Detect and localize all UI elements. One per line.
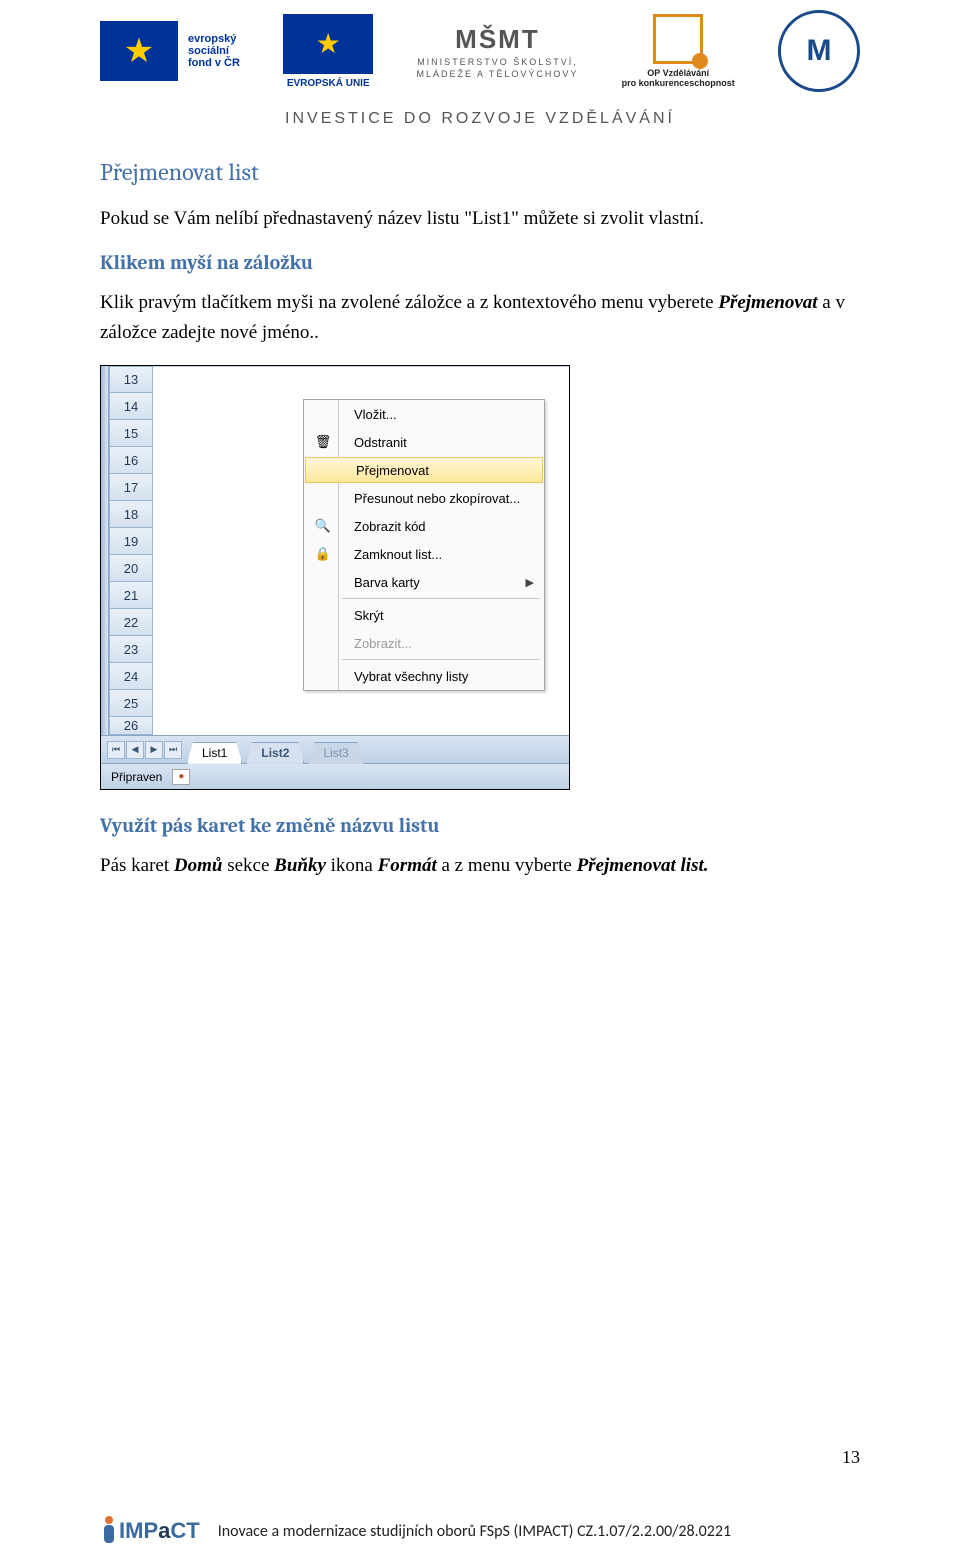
menu-hide[interactable]: Skrýt: [304, 601, 544, 629]
row-header[interactable]: 22: [109, 609, 153, 636]
p3-g: a z menu vyberte: [437, 855, 577, 876]
msmt-logo-block: MŠMT MINISTERSTVO ŠKOLSTVÍ, MLÁDEŽE A TĚ…: [417, 24, 579, 79]
esf-line2: sociální: [188, 45, 240, 57]
para-3: Pás karet Domů sekce Buňky ikona Formát …: [100, 851, 860, 880]
muni-seal: M: [778, 10, 860, 92]
msmt-logo-text: MŠMT: [455, 24, 540, 55]
opvk-logo: OP Vzdělávání pro konkurenceschopnost: [622, 14, 735, 88]
menu-delete[interactable]: 🗑 Odstranit: [304, 428, 544, 456]
impact-logo-text: IMPaCT: [119, 1518, 200, 1544]
menu-separator: [342, 598, 540, 599]
row-header[interactable]: 24: [109, 663, 153, 690]
tab-nav-next[interactable]: ▶: [145, 741, 163, 759]
esf-flag-icon: ★: [100, 21, 178, 81]
submenu-arrow-icon: ▶: [526, 576, 534, 589]
eu-flag-icon: ★: [283, 14, 373, 74]
footer-text: Inovace a modernizace studijních oborů F…: [218, 1522, 731, 1541]
row-header[interactable]: 18: [109, 501, 153, 528]
excel-left-edge: [101, 366, 109, 735]
para-2-emphasis: Přejmenovat: [718, 292, 817, 313]
esf-logo: ★ evropský sociální fond v ČR: [100, 21, 240, 81]
menu-show: Zobrazit...: [304, 629, 544, 657]
msmt-line2: MLÁDEŽE A TĚLOVÝCHOVY: [417, 69, 579, 79]
sheet-tabs-bar: ⏮ ◀ ▶ ⏭ List1 List2 List3: [101, 735, 569, 763]
muni-seal-icon: M: [778, 10, 860, 92]
subsection-heading-2: Využít pás karet ke změně názvu listu: [100, 814, 860, 837]
menu-select-all-sheets[interactable]: Vybrat všechny listy: [304, 662, 544, 690]
p3-c: sekce: [222, 855, 274, 876]
tab-nav-first[interactable]: ⏮: [107, 741, 125, 759]
row-header[interactable]: 14: [109, 393, 153, 420]
sheet-tab-list2[interactable]: List2: [246, 742, 304, 764]
status-text: Připraven: [111, 770, 162, 784]
menu-insert[interactable]: Vložit...: [304, 400, 544, 428]
para-1: Pokud se Vám nelíbí přednastavený název …: [100, 204, 860, 233]
p3-d: Buňky: [274, 855, 326, 876]
row-header[interactable]: 25: [109, 690, 153, 717]
row-header[interactable]: 20: [109, 555, 153, 582]
tab-nav-last[interactable]: ⏭: [164, 741, 182, 759]
eu-logo: ★ EVROPSKÁ UNIE: [283, 14, 373, 89]
tab-nav-prev[interactable]: ◀: [126, 741, 144, 759]
menu-separator: [342, 659, 540, 660]
header-logo-strip: ★ evropský sociální fond v ČR ★ EVROPSKÁ…: [100, 0, 860, 92]
section-heading: Přejmenovat list: [100, 158, 860, 186]
excel-screenshot: 13 14 15 16 17 18 19 20 21 22 23 24 25 2…: [100, 365, 570, 790]
para-2: Klik pravým tlačítkem myši na zvolené zá…: [100, 288, 860, 347]
esf-line3: fond v ČR: [188, 57, 240, 69]
para-2-pre: Klik pravým tlačítkem myši na zvolené zá…: [100, 292, 718, 313]
status-bar: Připraven ●: [101, 763, 569, 789]
impact-figure-icon: [100, 1516, 116, 1546]
page-footer: IMPaCT Inovace a modernizace studijních …: [100, 1516, 860, 1546]
p3-e: ikona: [326, 855, 378, 876]
menu-tab-color[interactable]: Barva karty ▶: [304, 568, 544, 596]
excel-row-headers: 13 14 15 16 17 18 19 20 21 22 23 24 25 2…: [109, 366, 153, 735]
p3-f: Formát: [378, 855, 437, 876]
row-header[interactable]: 16: [109, 447, 153, 474]
opvk-line1: OP Vzdělávání: [622, 68, 735, 78]
menu-rename[interactable]: Přejmenovat: [305, 457, 543, 483]
row-header[interactable]: 19: [109, 528, 153, 555]
subsection-heading-1: Klikem myší na záložku: [100, 251, 860, 274]
p3-h: Přejmenovat list.: [577, 855, 709, 876]
opvk-line2: pro konkurenceschopnost: [622, 78, 735, 88]
opvk-square-icon: [653, 14, 703, 64]
row-header[interactable]: 17: [109, 474, 153, 501]
menu-move-copy[interactable]: Přesunout nebo zkopírovat...: [304, 484, 544, 512]
p3-a: Pás karet: [100, 855, 174, 876]
sheet-tab-list3[interactable]: List3: [308, 742, 363, 764]
context-menu: Vložit... 🗑 Odstranit Přejmenovat Přesun…: [303, 399, 545, 691]
sheet-tab-list1[interactable]: List1: [187, 742, 242, 764]
msmt-line1: MINISTERSTVO ŠKOLSTVÍ,: [417, 57, 578, 67]
row-header[interactable]: 13: [109, 366, 153, 393]
menu-view-code[interactable]: 🔍 Zobrazit kód: [304, 512, 544, 540]
menu-lock-sheet[interactable]: 🔒 Zamknout list...: [304, 540, 544, 568]
esf-line1: evropský: [188, 33, 240, 45]
row-header[interactable]: 23: [109, 636, 153, 663]
page-number: 13: [842, 1447, 860, 1468]
row-header[interactable]: 15: [109, 420, 153, 447]
p3-b: Domů: [174, 855, 223, 876]
row-header[interactable]: 26: [109, 717, 153, 735]
investice-tagline: INVESTICE DO ROZVOJE VZDĚLÁVÁNÍ: [100, 110, 860, 128]
eu-label: EVROPSKÁ UNIE: [287, 78, 370, 89]
row-header[interactable]: 21: [109, 582, 153, 609]
macro-record-icon[interactable]: ●: [172, 769, 190, 785]
